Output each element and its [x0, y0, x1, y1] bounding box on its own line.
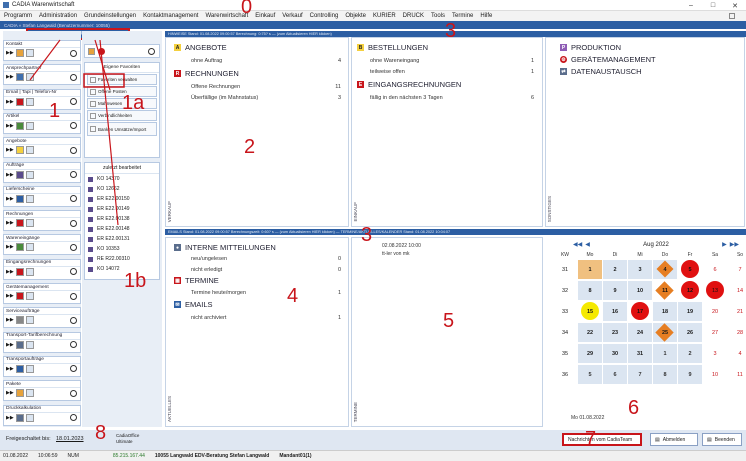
calendar-day-label: 14	[736, 287, 744, 294]
calendar-day-label: 5	[588, 371, 592, 378]
calendar-day-label: 4	[738, 350, 742, 357]
calendar-day-label: 11	[662, 287, 668, 294]
calendar-day-label: 23	[611, 329, 619, 336]
calendar-day-label: 21	[736, 308, 744, 315]
calendar-day-label: 3	[638, 266, 642, 273]
calendar-day-label: 27	[711, 329, 719, 336]
annotation-label: 2	[244, 136, 256, 158]
calendar-day-label: 5	[688, 266, 692, 273]
calendar-day-label: 10	[711, 371, 719, 378]
annotation-label: 7	[585, 428, 597, 450]
calendar-day-label: 13	[711, 287, 719, 294]
calendar-day-label: 9	[613, 287, 617, 294]
annotation-label: 6	[628, 397, 640, 419]
annotation-arrow	[29, 39, 61, 81]
annotation-label: 1b	[124, 270, 147, 292]
calendar-day-label: 16	[611, 308, 619, 315]
calendar-day-label: 10	[636, 287, 644, 294]
calendar-day-label: 1	[588, 266, 592, 273]
calendar-day-label: 18	[661, 308, 669, 315]
calendar-day-label: 12	[686, 287, 694, 294]
annotation-arrow	[99, 39, 119, 226]
calendar-day-label: 15	[586, 308, 594, 315]
annotation-label: 3	[445, 20, 457, 42]
calendar-day-label: 7	[638, 371, 642, 378]
calendar-day-label: 2	[613, 266, 617, 273]
annotation-overlay	[29, 39, 125, 226]
annotation-label: 1a	[122, 92, 145, 114]
calendar-day-label: 4	[663, 266, 667, 273]
calendar-day-label: 3	[713, 350, 717, 357]
calendar-day-label: 29	[586, 350, 594, 357]
annotation-label: 1	[49, 100, 61, 122]
calendar-day-label: 24	[636, 329, 644, 336]
calendar-day-label: 6	[613, 371, 617, 378]
calendar-day-label: 28	[736, 329, 744, 336]
calendar-day-label: 8	[663, 371, 667, 378]
calendar-day-label: 8	[588, 287, 592, 294]
calendar-day-label: 19	[686, 308, 694, 315]
calendar-day-label: 9	[688, 371, 692, 378]
calendar-day-label: 2	[688, 350, 692, 357]
calendar-day-label: 1	[663, 350, 667, 357]
calendar-day-label: 30	[611, 350, 619, 357]
calendar-day-label: 17	[636, 308, 644, 315]
annotation-label: 5	[443, 310, 455, 332]
annotation-label: 4	[287, 285, 299, 307]
calendar-day-label: 11	[737, 371, 743, 378]
annotation-label: 0	[241, 0, 253, 18]
calendar-day-label: 26	[686, 329, 694, 336]
calendar-day-label: 6	[713, 266, 717, 273]
calendar-day-label: 31	[636, 350, 644, 357]
annotation-label: 3	[361, 224, 373, 246]
calendar-day-label: 22	[586, 329, 594, 336]
calendar-day-label: 20	[711, 308, 719, 315]
calendar-day-label: 25	[661, 329, 669, 336]
calendar-day-label: 7	[738, 266, 742, 273]
annotation-label: 8	[95, 422, 107, 444]
